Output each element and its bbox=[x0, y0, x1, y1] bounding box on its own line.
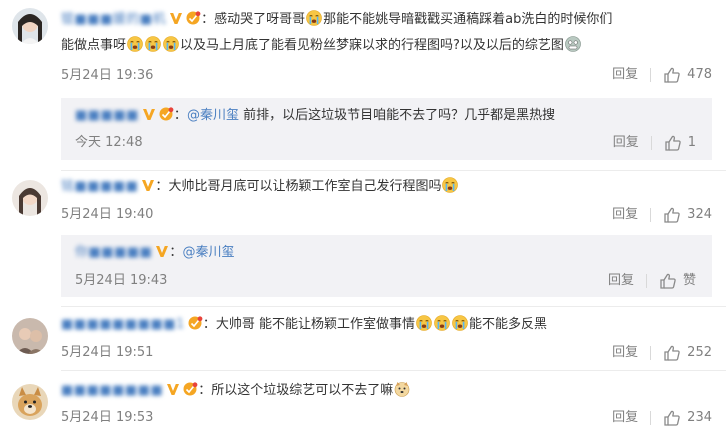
sub-reply-box: ■■■■■ ：@秦川玺 前排，以后这垃圾节目咱能不去了吗？几乎都是黑热搜 今天 1… bbox=[61, 98, 712, 160]
like-label[interactable]: 赞 bbox=[683, 273, 696, 289]
reply-button[interactable]: 回复 bbox=[612, 207, 638, 223]
divider bbox=[61, 370, 726, 371]
comment-date: 5月24日 19:51 bbox=[61, 345, 154, 360]
like-count[interactable]: 234 bbox=[687, 410, 712, 426]
sub-reply-date: 今天 12:48 bbox=[75, 135, 143, 150]
thumbs-up-icon[interactable] bbox=[663, 206, 681, 224]
divider bbox=[61, 170, 726, 171]
comment-date: 5月24日 19:36 bbox=[61, 68, 154, 83]
verified-v-icon bbox=[155, 244, 169, 258]
crying-emoji-icon bbox=[434, 315, 450, 331]
avatar[interactable] bbox=[12, 180, 48, 216]
reply-button[interactable]: 回复 bbox=[612, 410, 638, 426]
vip-badge-icon bbox=[185, 11, 201, 25]
comment-text: 锟■■■媛的■机 ：感动哭了呀哥哥 那能不能姚导暗戳戳买通稿踩着ab洗白的时候你们 bbox=[61, 10, 613, 27]
grinning-emoji-icon bbox=[565, 36, 581, 52]
crying-emoji-icon bbox=[145, 36, 161, 52]
mention-link[interactable]: @秦川玺 bbox=[182, 245, 234, 260]
username-link[interactable]: 铭■■■■■ bbox=[61, 179, 138, 194]
avatar[interactable] bbox=[12, 318, 48, 354]
reply-button[interactable]: 回复 bbox=[612, 67, 638, 83]
crying-emoji-icon bbox=[163, 36, 179, 52]
crying-emoji-icon bbox=[306, 10, 322, 26]
crying-emoji-icon bbox=[416, 315, 432, 331]
sub-reply-box: 你■■■■■ ：@秦川玺 5月24日 19:43 回复 赞 bbox=[61, 235, 712, 297]
comment-text: ■■■■■■■■■1 ：大帅哥 能不能让杨颖工作室做事情 能不能多反黑 bbox=[61, 315, 547, 332]
crying-emoji-icon bbox=[452, 315, 468, 331]
thumbs-up-icon[interactable] bbox=[659, 272, 677, 290]
mention-link[interactable]: @秦川玺 bbox=[187, 108, 239, 123]
separator bbox=[650, 136, 652, 150]
username-link[interactable]: ■■■■■■■■ bbox=[61, 383, 163, 398]
avatar[interactable] bbox=[12, 384, 48, 420]
vip-badge-icon bbox=[182, 382, 198, 396]
comment-date: 5月24日 19:40 bbox=[61, 207, 154, 222]
verified-v-icon bbox=[141, 178, 155, 192]
crying-emoji-icon bbox=[127, 36, 143, 52]
crying-emoji-icon bbox=[442, 177, 458, 193]
separator bbox=[650, 346, 652, 360]
avatar[interactable] bbox=[12, 8, 48, 44]
doge-emoji-icon bbox=[394, 382, 410, 397]
separator bbox=[650, 411, 652, 425]
reply-button[interactable]: 回复 bbox=[612, 345, 638, 361]
thumbs-up-icon[interactable] bbox=[663, 344, 681, 362]
comment-date: 5月24日 19:53 bbox=[61, 410, 154, 425]
username-link[interactable]: 锟■■■媛的■机 bbox=[61, 12, 166, 27]
like-count[interactable]: 252 bbox=[687, 345, 712, 361]
separator bbox=[645, 274, 647, 288]
reply-button[interactable]: 回复 bbox=[613, 135, 639, 151]
like-count[interactable]: 324 bbox=[687, 207, 712, 223]
thumbs-up-icon[interactable] bbox=[663, 66, 681, 84]
like-count[interactable]: 1 bbox=[688, 135, 696, 151]
reply-button[interactable]: 回复 bbox=[608, 273, 634, 289]
verified-v-icon bbox=[166, 382, 180, 396]
separator bbox=[650, 68, 652, 82]
sub-username-link[interactable]: 你■■■■■ bbox=[75, 245, 152, 260]
comment-text: ■■■■■■■■ ：所以这个垃圾综艺可以不去了嘛 bbox=[61, 380, 411, 402]
verified-v-icon bbox=[142, 107, 156, 121]
verified-v-icon bbox=[169, 11, 183, 25]
like-count[interactable]: 478 bbox=[687, 67, 712, 83]
comment-text: 铭■■■■■ ：大帅比哥月底可以让杨颖工作室自己发行程图吗 bbox=[61, 176, 459, 198]
sub-username-link[interactable]: ■■■■■ bbox=[75, 108, 139, 123]
sub-reply-text: 你■■■■■ ：@秦川玺 bbox=[75, 244, 235, 260]
divider bbox=[61, 306, 726, 307]
thumbs-up-icon[interactable] bbox=[663, 409, 681, 427]
vip-badge-icon bbox=[158, 107, 174, 121]
vip-badge-icon bbox=[187, 316, 203, 330]
username-link[interactable]: ■■■■■■■■■1 bbox=[61, 317, 185, 332]
sub-reply-date: 5月24日 19:43 bbox=[75, 273, 168, 288]
comment-text-cont: 能做点事呀 以及马上月底了能看见粉丝梦寐以求的行程图吗?以及以后的综艺图 bbox=[61, 35, 582, 57]
separator bbox=[650, 208, 652, 222]
sub-reply-text: ■■■■■ ：@秦川玺 前排，以后这垃圾节目咱能不去了吗？几乎都是黑热搜 bbox=[75, 107, 556, 123]
thumbs-up-icon[interactable] bbox=[664, 134, 682, 152]
